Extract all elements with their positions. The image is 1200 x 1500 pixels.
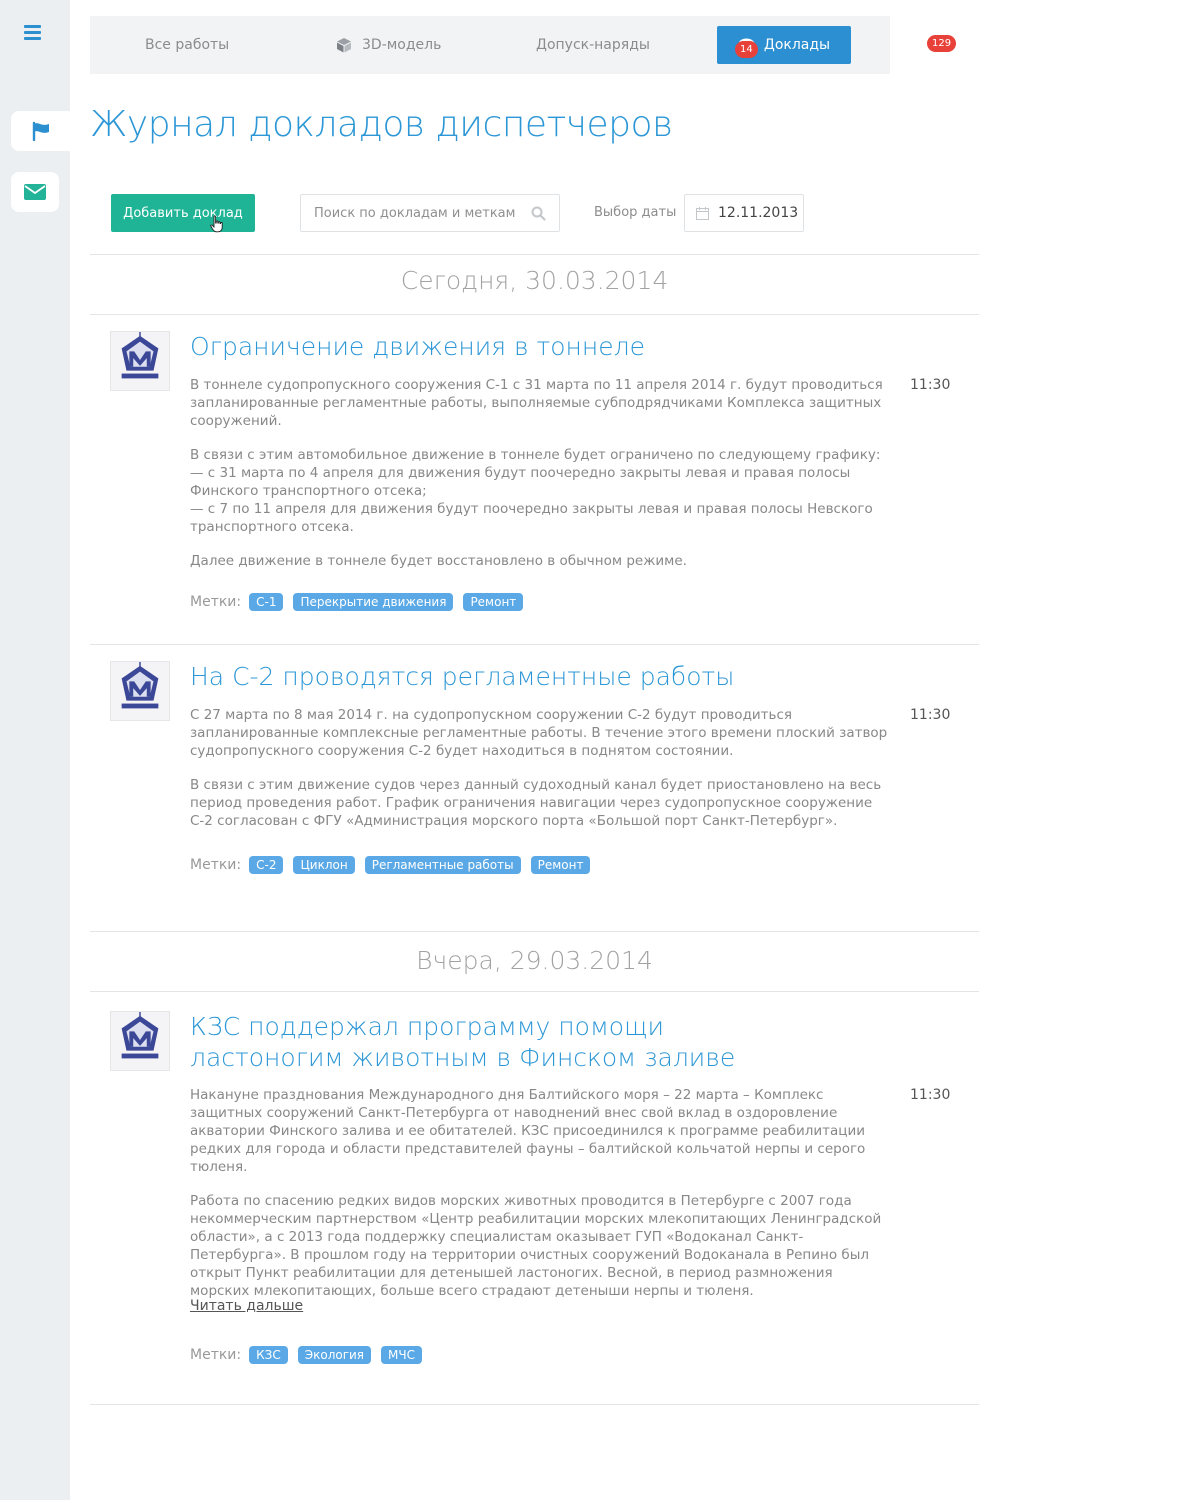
divider [90, 644, 979, 645]
metrostroy-logo [121, 1012, 159, 1059]
report-title-line: КЗС поддержал программу помощи [190, 1012, 665, 1041]
report-paragraph: Далее движение в тоннеле будет восстанов… [190, 553, 687, 569]
hamburger-menu-icon[interactable] [24, 25, 41, 40]
tag[interactable]: Циклон [293, 856, 355, 874]
sidebar-item-reports[interactable] [11, 111, 70, 151]
report-paragraph: В связи с этим автомобильное движение в … [190, 447, 881, 535]
report-time: 11:30 [910, 1087, 951, 1103]
sidebar-item-mail[interactable] [11, 172, 59, 212]
report-paragraph: Накануне празднования Международного дня… [190, 1087, 866, 1175]
top-navigation: Все работы 3D-модель Допуск-наряды Докла… [90, 16, 957, 74]
mail-icon [24, 184, 46, 200]
tag[interactable]: С-1 [249, 593, 284, 611]
report-title-line: ластоногим животным в Финском заливе [190, 1043, 736, 1072]
divider [90, 991, 979, 992]
divider [90, 931, 979, 932]
report-body: С 27 марта по 8 мая 2014 г. на судопропу… [190, 706, 890, 846]
report-paragraph: С 27 марта по 8 мая 2014 г. на судопропу… [190, 707, 888, 759]
flag-icon [32, 121, 49, 141]
tab-all-works[interactable]: Все работы [145, 16, 229, 74]
report-paragraph: В тоннеле судопропускного сооружения С-1… [190, 377, 883, 429]
report-paragraph: В связи с этим движение судов через данн… [190, 777, 882, 829]
report-title[interactable]: Ограничение движения в тоннеле [190, 331, 645, 362]
report-card: КЗС поддержал программу помощи ластоноги… [90, 1011, 979, 1381]
tag[interactable]: С-2 [249, 856, 284, 874]
report-time: 11:30 [910, 707, 951, 723]
date-picker-label: Выбор даты [594, 205, 677, 220]
tag[interactable]: КЗС [249, 1346, 288, 1364]
day-header-yesterday: Вчера, 29.03.2014 [416, 946, 653, 975]
report-card: На С-2 проводятся регламентные работы С … [90, 661, 979, 891]
metrostroy-logo [121, 662, 159, 709]
divider [90, 1404, 979, 1405]
report-tags: Метки: КЗС Экология МЧС [190, 1346, 432, 1364]
tab-3d-model[interactable]: 3D-модель [336, 16, 441, 74]
date-value: 12.11.2013 [718, 205, 799, 221]
report-body: Накануне празднования Международного дня… [190, 1086, 890, 1316]
report-body: В тоннеле судопропускного сооружения С-1… [190, 376, 890, 586]
report-tags: Метки: С-2 Циклон Регламентные работы Ре… [190, 856, 600, 874]
tags-label: Метки: [190, 594, 242, 610]
tag[interactable]: Экология [297, 1346, 372, 1364]
report-paragraph: Работа по спасению редких видов морских … [190, 1193, 882, 1299]
search-input[interactable] [301, 195, 521, 231]
permits-count-badge: 14 [735, 41, 758, 58]
report-title[interactable]: На С-2 проводятся регламентные работы [190, 661, 734, 692]
read-more-link[interactable]: Читать дальше [190, 1298, 303, 1314]
avatar [110, 661, 170, 721]
sidebar [0, 0, 70, 1500]
tag[interactable]: Перекрытие движения [293, 593, 454, 611]
tag[interactable]: МЧС [381, 1346, 422, 1364]
tab-label: Доклады [763, 37, 831, 53]
tags-label: Метки: [190, 857, 242, 873]
report-time: 11:30 [910, 377, 951, 393]
add-report-button[interactable]: Добавить доклад [111, 194, 255, 232]
metrostroy-logo [121, 332, 159, 379]
report-card: Ограничение движения в тоннеле В тоннеле… [90, 331, 979, 621]
tags-label: Метки: [190, 1347, 242, 1363]
tab-label: Допуск-наряды [536, 37, 650, 53]
sidebar-notch [58, 101, 70, 111]
avatar [110, 1011, 170, 1071]
avatar [110, 331, 170, 391]
reports-count-badge: 129 [927, 35, 957, 52]
divider [90, 254, 979, 255]
calendar-icon [696, 206, 709, 220]
page-title: Журнал докладов диспетчеров [90, 104, 673, 145]
divider [90, 314, 979, 315]
report-tags: Метки: С-1 Перекрытие движения Ремонт [190, 593, 533, 611]
date-picker[interactable]: 12.11.2013 [684, 194, 804, 232]
tag[interactable]: Ремонт [530, 856, 591, 874]
tag[interactable]: Регламентные работы [364, 856, 521, 874]
search-icon[interactable] [531, 206, 546, 221]
tag[interactable]: Ремонт [463, 593, 524, 611]
tab-permits[interactable]: Допуск-наряды [536, 16, 650, 74]
sidebar-notch [58, 151, 70, 161]
tab-label: Все работы [145, 37, 230, 53]
report-title[interactable]: КЗС поддержал программу помощи ластоноги… [190, 1011, 735, 1073]
cube-icon [337, 38, 351, 53]
day-header-today: Сегодня, 30.03.2014 [400, 266, 669, 295]
hand-cursor-icon [210, 215, 223, 233]
search-box [300, 194, 560, 232]
tab-label: 3D-модель [362, 37, 442, 53]
